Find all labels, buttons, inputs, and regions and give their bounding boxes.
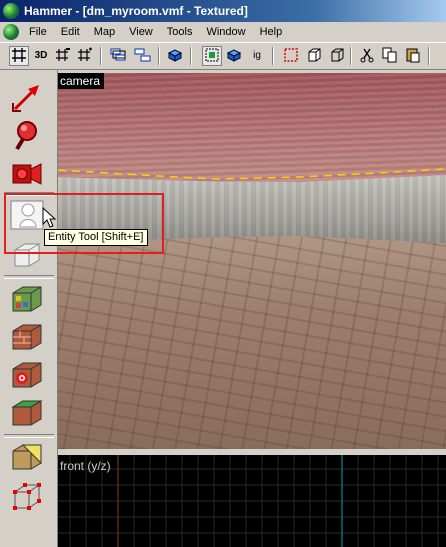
ungroup-icon[interactable] xyxy=(134,47,152,65)
menu-bar: File Edit Map View Tools Window Help xyxy=(0,22,446,42)
cube-icon[interactable] xyxy=(328,47,346,65)
copy-icon[interactable] xyxy=(381,47,399,65)
carve-icon[interactable] xyxy=(282,47,300,65)
texture-lock-icon[interactable] xyxy=(202,46,222,66)
paste-icon[interactable] xyxy=(404,47,422,65)
toolbar-separator xyxy=(272,47,274,65)
menu-edit[interactable]: Edit xyxy=(54,22,87,42)
cut-icon[interactable] xyxy=(358,47,376,65)
selection-outline xyxy=(58,168,446,180)
menu-help[interactable]: Help xyxy=(253,22,290,42)
toolbar-separator xyxy=(350,47,352,65)
tools-panel xyxy=(0,70,58,547)
grid-icon[interactable] xyxy=(9,46,29,66)
grid-larger-icon[interactable] xyxy=(76,47,94,65)
hammer-app-icon xyxy=(3,3,19,19)
texture-application-icon[interactable] xyxy=(9,283,45,315)
vertex-tool-icon[interactable] xyxy=(9,480,45,512)
mouse-cursor-icon xyxy=(42,207,56,228)
ig-icon[interactable]: ig xyxy=(248,47,266,65)
clipping-tool-icon[interactable] xyxy=(9,441,45,473)
front-grid xyxy=(58,455,446,547)
tools-separator xyxy=(4,434,54,438)
menu-tools[interactable]: Tools xyxy=(160,22,200,42)
grid-3d-icon[interactable]: 3D xyxy=(32,47,50,65)
grid-smaller-icon[interactable] xyxy=(54,47,72,65)
front-label: front (y/z) xyxy=(60,459,111,473)
camera-label: camera xyxy=(58,73,105,89)
toolbar-separator xyxy=(428,47,430,65)
menu-file[interactable]: File xyxy=(22,22,54,42)
title-bar: Hammer - [dm_myroom.vmf - Textured] xyxy=(0,0,446,22)
main-toolbar: 3D ig xyxy=(0,42,446,70)
menu-map[interactable]: Map xyxy=(87,22,122,42)
hollow-icon[interactable] xyxy=(305,47,323,65)
camera-tool-icon[interactable] xyxy=(9,157,45,189)
tools-separator xyxy=(4,275,54,279)
menu-view[interactable]: View xyxy=(122,22,160,42)
magnify-tool-icon[interactable] xyxy=(9,119,45,151)
document-icon[interactable] xyxy=(3,24,19,40)
toolbar-separator xyxy=(158,47,160,65)
selection-tool-icon[interactable] xyxy=(9,81,45,113)
front-viewport[interactable]: front (y/z) xyxy=(58,455,446,547)
camera-viewport[interactable]: camera xyxy=(58,73,446,449)
window-title: Hammer - [dm_myroom.vmf - Textured] xyxy=(24,4,248,18)
menu-window[interactable]: Window xyxy=(199,22,252,42)
entity-tool-tooltip: Entity Tool [Shift+E] xyxy=(44,229,148,246)
snap-icon[interactable] xyxy=(225,47,243,65)
toolbar-separator xyxy=(190,47,192,65)
overlay-icon[interactable] xyxy=(9,397,45,429)
decal-icon[interactable] xyxy=(9,359,45,391)
hide-icon[interactable] xyxy=(166,47,184,65)
apply-texture-icon[interactable] xyxy=(9,321,45,353)
toolbar-separator xyxy=(100,47,102,65)
group-icon[interactable] xyxy=(110,47,128,65)
